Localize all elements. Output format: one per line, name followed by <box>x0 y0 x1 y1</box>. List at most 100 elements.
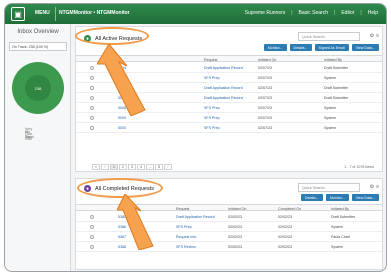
table-cell: Paula Chad <box>331 235 350 239</box>
breadcrumb[interactable]: NTGMMonitor • NTGMMonitor <box>59 10 130 16</box>
inbox-overview-sidebar: Inbox Overview On Track: 238 (100 %) 238… <box>5 24 71 271</box>
table-cell: 02/02/23 <box>228 225 242 229</box>
active-requests-highlight <box>75 27 149 45</box>
pager-ellipsis: ... <box>146 164 154 170</box>
table-cell: 02/02/23 <box>278 245 292 249</box>
table-cell: 02/02/23 <box>278 215 292 219</box>
nav-link-editor[interactable]: Editor <box>341 10 354 16</box>
donut-center-count: 238 <box>25 75 51 101</box>
pager-page-8[interactable]: 8 <box>155 164 163 170</box>
pager-page-3[interactable]: 3 <box>128 164 136 170</box>
column-header-initiated-by[interactable]: Initiated By <box>331 207 349 211</box>
status-filter-select[interactable]: On Track: 238 (100 %) <box>9 42 67 51</box>
table-cell: System <box>324 76 336 80</box>
table-cell: 02/02/23 <box>228 235 242 239</box>
callout-arrow-up-icon <box>97 44 146 116</box>
completed-panel-tools: ⚙ ≡ <box>370 184 379 190</box>
menu-icon[interactable]: ≡ <box>376 184 379 190</box>
table-cell: 02/07/23 <box>258 86 272 90</box>
table-cell: 02/07/23 <box>258 126 272 130</box>
request-name-link[interactable]: SFS Prep <box>204 126 220 130</box>
menu-icon[interactable]: ≡ <box>376 33 379 39</box>
request-name-link[interactable]: Draft Application Record <box>204 66 243 70</box>
pager-page-2[interactable]: 2 <box>119 164 127 170</box>
table-cell: 02/02/23 <box>228 215 242 219</box>
active-action-buttons: Monitor... Details... Signed As Email Vi… <box>263 44 379 51</box>
request-name-link[interactable]: Draft Application Record <box>204 96 243 100</box>
column-header-request[interactable]: Request <box>204 58 217 62</box>
column-header-initiated-on[interactable]: Initiated On <box>258 58 276 62</box>
app-logo-icon[interactable]: ▣ <box>11 7 25 21</box>
details-button[interactable]: Details... <box>300 194 323 201</box>
table-cell: 02/07/23 <box>258 116 272 120</box>
signed-as-email-button[interactable]: Signed As Email <box>314 44 349 51</box>
row-select-radio[interactable] <box>90 245 94 249</box>
table-cell: Draft Submitter <box>324 96 349 100</box>
row-select-radio[interactable] <box>90 86 94 90</box>
monitor-button[interactable]: Monitor... <box>325 194 349 201</box>
app-window: ▣ MENU NTGMMonitor • NTGMMonitor Supreme… <box>4 3 387 272</box>
request-name-link[interactable]: SFS Prep <box>176 225 192 229</box>
pager-next-button[interactable]: › <box>164 164 172 170</box>
table-cell: System <box>324 106 336 110</box>
row-select-radio[interactable] <box>90 66 94 70</box>
nav-link-supreme-runners[interactable]: Supreme Runners <box>245 10 286 16</box>
row-select-radio[interactable] <box>90 235 94 239</box>
table-cell: 02/02/23 <box>278 235 292 239</box>
divider <box>55 7 56 21</box>
table-cell: 02/07/23 <box>258 76 272 80</box>
row-select-radio[interactable] <box>90 76 94 80</box>
pager-first-button[interactable]: « <box>92 164 100 170</box>
details-button[interactable]: Details... <box>289 44 312 51</box>
request-name-link[interactable]: SFS Review <box>176 245 196 249</box>
nav-link-help[interactable]: Help <box>368 10 378 16</box>
table-cell: 02/02/23 <box>228 245 242 249</box>
menu-button[interactable]: MENU <box>35 10 50 16</box>
column-header-completed-on[interactable]: Completed On <box>278 207 301 211</box>
settings-gear-icon[interactable]: ⚙ <box>370 33 374 39</box>
top-nav-links: Supreme Runners | Basic Search | Editor … <box>244 10 378 16</box>
request-name-link[interactable]: SFS Prep <box>204 116 220 120</box>
table-cell: Draft Submitter <box>331 215 356 219</box>
table-cell: 02/07/23 <box>258 106 272 110</box>
active-panel-tools: ⚙ ≡ <box>370 33 379 39</box>
request-id-link[interactable]: 5009 <box>118 116 126 120</box>
request-id-link[interactable]: 5000 <box>118 126 126 130</box>
view-data-button[interactable]: View Data... <box>351 44 379 51</box>
table-row[interactable]: 5000 SFS Prep 02/07/23 System <box>76 123 382 133</box>
table-cell: Draft Submitter <box>324 86 349 90</box>
request-name-link[interactable]: SFS Prep <box>204 106 220 110</box>
status-donut-chart[interactable]: 238 <box>12 62 64 114</box>
request-name-link[interactable]: Draft Application Record <box>176 215 215 219</box>
pager-page-4[interactable]: 4 <box>137 164 145 170</box>
column-header-request[interactable]: Request <box>176 207 189 211</box>
completed-search-input[interactable]: Quick Search <box>298 183 360 192</box>
view-data-button[interactable]: View Data... <box>351 194 379 201</box>
completed-action-buttons: Details... Monitor... View Data... <box>300 194 379 201</box>
pager-page-1[interactable]: 1 <box>110 164 118 170</box>
pagination-info: 1 - 7 of 1078 items <box>344 165 374 169</box>
column-header-initiated-on[interactable]: Initiated On <box>228 207 246 211</box>
top-navigation-bar: ▣ MENU NTGMMonitor • NTGMMonitor Supreme… <box>5 4 386 24</box>
table-cell: 02/07/23 <box>258 96 272 100</box>
sidebar-title: Inbox Overview <box>17 29 59 35</box>
nav-link-basic-search[interactable]: Basic Search <box>299 10 328 16</box>
callout-arrow-up-icon <box>117 194 154 250</box>
row-select-radio[interactable] <box>90 96 94 100</box>
table-cell: System <box>324 126 336 130</box>
row-select-radio[interactable] <box>90 215 94 219</box>
column-header-initiated-by[interactable]: Initiated By <box>324 58 342 62</box>
request-name-link[interactable]: SFS Prep <box>204 76 220 80</box>
monitor-button[interactable]: Monitor... <box>263 44 287 51</box>
table-cell: 02/07/23 <box>258 66 272 70</box>
pager-prev-button[interactable]: ‹ <box>101 164 109 170</box>
table-cell: System <box>324 116 336 120</box>
active-search-input[interactable]: Quick Search <box>298 32 360 41</box>
row-select-radio[interactable] <box>90 106 94 110</box>
request-name-link[interactable]: Request Info <box>176 235 196 239</box>
settings-gear-icon[interactable]: ⚙ <box>370 184 374 190</box>
row-select-radio[interactable] <box>90 116 94 120</box>
request-name-link[interactable]: Draft Application Record <box>204 86 243 90</box>
row-select-radio[interactable] <box>90 225 94 229</box>
row-select-radio[interactable] <box>90 126 94 130</box>
